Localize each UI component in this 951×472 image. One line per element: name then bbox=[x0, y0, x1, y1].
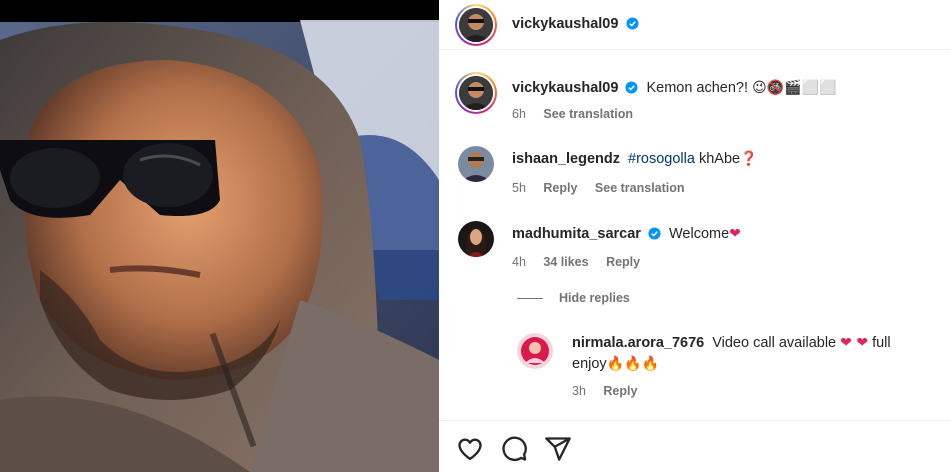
comment-time[interactable]: 5h bbox=[512, 181, 526, 195]
avatar-image bbox=[458, 221, 494, 257]
caption-text: Kemon achen?! bbox=[646, 80, 753, 96]
commenter-avatar[interactable] bbox=[458, 146, 494, 182]
avatar-image bbox=[459, 8, 493, 42]
caption-see-translation[interactable]: See translation bbox=[543, 107, 633, 121]
avatar-image bbox=[458, 146, 494, 182]
post-image bbox=[0, 0, 439, 472]
avatar-image bbox=[517, 333, 553, 369]
hide-replies-button[interactable]: Hide replies bbox=[517, 291, 630, 305]
comment-text: Welcome bbox=[668, 226, 730, 242]
share-icon[interactable] bbox=[544, 435, 572, 463]
heart-emoji-icon: ❤ bbox=[729, 226, 741, 242]
caption-avatar[interactable] bbox=[455, 72, 497, 114]
caption-username[interactable]: vickykaushal09 bbox=[512, 80, 618, 96]
reply-text-2: full bbox=[868, 335, 891, 351]
post-actions-bar bbox=[439, 420, 951, 472]
reply-avatar[interactable] bbox=[517, 333, 553, 369]
see-translation-button[interactable]: See translation bbox=[595, 181, 685, 195]
author-username[interactable]: vickykaushal09 bbox=[512, 16, 618, 32]
caption-time[interactable]: 6h bbox=[512, 107, 526, 121]
reply-text: Video call available bbox=[712, 335, 841, 351]
comment-text: khAbe bbox=[694, 151, 741, 167]
commenter-avatar[interactable] bbox=[458, 221, 494, 257]
hide-replies-label: Hide replies bbox=[559, 291, 630, 305]
verified-icon bbox=[625, 81, 638, 94]
reply-time[interactable]: 3h bbox=[572, 384, 586, 398]
post-photo[interactable] bbox=[0, 0, 439, 472]
comment-username[interactable]: ishaan_legendz bbox=[512, 151, 620, 167]
verified-icon bbox=[648, 227, 661, 240]
divider-line bbox=[517, 298, 543, 300]
comment-time[interactable]: 4h bbox=[512, 255, 526, 269]
reply-username[interactable]: nirmala.arora_7676 bbox=[572, 335, 704, 351]
comment-username[interactable]: madhumita_sarcar bbox=[512, 226, 641, 242]
reply-button[interactable]: Reply bbox=[543, 181, 577, 195]
avatar-image bbox=[459, 76, 493, 110]
verified-icon bbox=[626, 17, 639, 30]
heart-emoji-icon: ❤ ❤ bbox=[840, 335, 869, 351]
question-icon: ❓ bbox=[740, 151, 758, 167]
reply-button[interactable]: Reply bbox=[606, 255, 640, 269]
reply-text-3: enjoy bbox=[572, 356, 607, 372]
post-side-panel: vickykaushal09 vickykaushal09 Kemon ache… bbox=[439, 0, 951, 472]
caption-emojis: 😉🚳🎬⬜⬜ bbox=[752, 80, 837, 96]
comment-likes[interactable]: 34 likes bbox=[543, 255, 588, 269]
fire-icon: 🔥🔥🔥 bbox=[606, 356, 659, 372]
comment-hashtag[interactable]: #rosogolla bbox=[628, 151, 695, 167]
comment-icon[interactable] bbox=[500, 435, 528, 463]
author-avatar[interactable] bbox=[455, 4, 497, 46]
post-header: vickykaushal09 bbox=[439, 0, 951, 50]
reply-button[interactable]: Reply bbox=[603, 384, 637, 398]
heart-icon[interactable] bbox=[456, 435, 484, 463]
